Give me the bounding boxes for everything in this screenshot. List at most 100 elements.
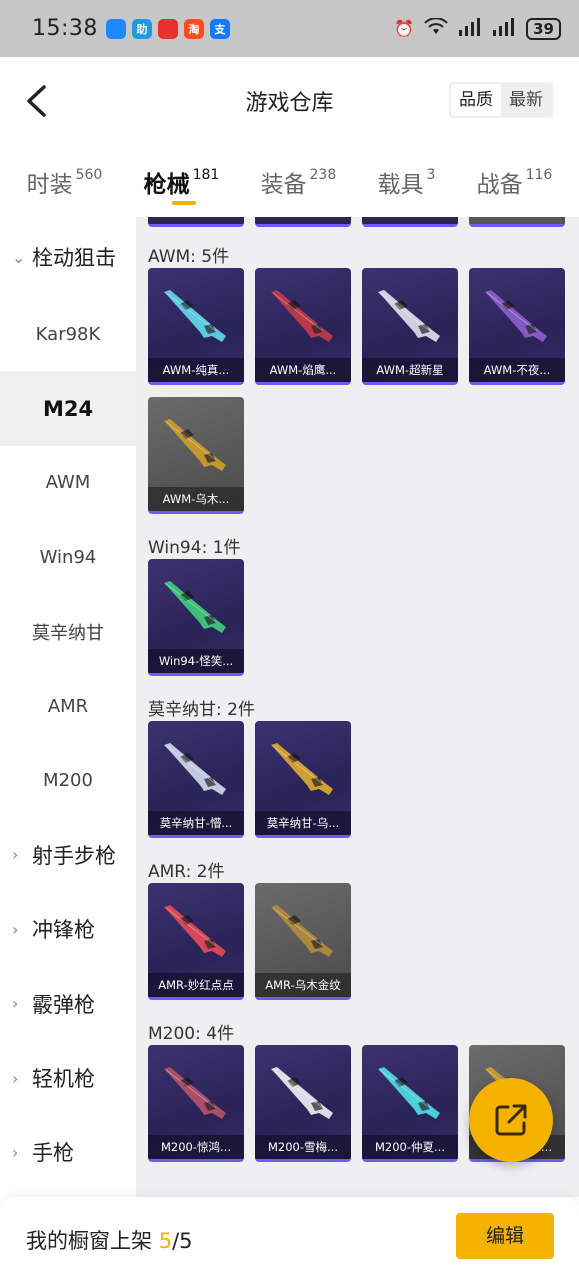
- rifle-image: [378, 290, 440, 342]
- tab-label: 枪械: [143, 172, 190, 198]
- sidebar-group[interactable]: › 射手步枪: [0, 818, 136, 892]
- sidebar-group[interactable]: › 手枪: [0, 1115, 136, 1189]
- sidebar-label: AWM: [45, 472, 91, 494]
- sidebar-label: Win94: [39, 546, 97, 568]
- rifle-image: [164, 581, 226, 633]
- sidebar-item[interactable]: Win94: [0, 520, 136, 594]
- signal-icon-2: [492, 17, 516, 40]
- wifi-icon: [424, 16, 448, 40]
- sort-quality-option[interactable]: 品质: [451, 84, 501, 116]
- showcase-label: 我的橱窗上架: [26, 1229, 152, 1253]
- tab-label: 时装: [26, 172, 73, 198]
- status-app-icons: 助 淘支: [105, 18, 230, 39]
- item-card[interactable]: M200-仲夏...: [362, 1045, 458, 1162]
- item-card[interactable]: AWM-纯真...: [148, 268, 244, 385]
- sidebar-group[interactable]: ⌄ 栓动狙击: [0, 217, 136, 297]
- sidebar-group[interactable]: › 霰弹枪: [0, 967, 136, 1041]
- rifle-image: [164, 290, 226, 342]
- chevron-right-icon: ›: [12, 845, 19, 865]
- item-card[interactable]: AWM-焰鹰...: [255, 268, 351, 385]
- sidebar-group[interactable]: › 轻机枪: [0, 1041, 136, 1115]
- battery-icon: 39: [526, 17, 561, 40]
- rifle-image: [271, 743, 333, 795]
- status-bar: 15:38 助 淘支 ⏰ 39: [0, 0, 579, 57]
- sidebar-label: 轻机枪: [32, 1067, 95, 1092]
- tab-label: 战备: [476, 172, 523, 198]
- sidebar-item[interactable]: M200: [0, 743, 136, 817]
- external-link-icon: [495, 1104, 527, 1136]
- item-card[interactable]: AMR-乌木金纹: [255, 883, 351, 1000]
- sidebar-item[interactable]: AWM: [0, 446, 136, 520]
- sidebar-item[interactable]: AMR: [0, 669, 136, 743]
- taobao-icon: 淘: [183, 18, 204, 39]
- sidebar-label: 冲锋枪: [32, 918, 95, 943]
- study-app-icon: 助: [131, 18, 152, 39]
- weapon-section: AWM: 5件 AWM-纯真... AWM-焰鹰... AWM-超新星 AWM-不夜..…: [148, 242, 565, 514]
- tab-label: 载具: [377, 172, 424, 198]
- sort-latest-option[interactable]: 最新: [501, 84, 551, 116]
- previous-row-partial: [148, 217, 565, 227]
- item-card[interactable]: M200-雪梅...: [255, 1045, 351, 1162]
- item-name: AWM-不夜...: [469, 358, 565, 382]
- tab-0[interactable]: 时装 560: [27, 145, 103, 217]
- item-card[interactable]: 莫辛纳甘-乌...: [255, 721, 351, 838]
- section-title: M200: 4件: [148, 1024, 235, 1044]
- sidebar-item[interactable]: M24: [0, 371, 136, 446]
- item-card[interactable]: M200-惊鸿...: [148, 1045, 244, 1162]
- showcase-current-count: 5: [158, 1229, 173, 1253]
- rifle-image: [485, 290, 547, 342]
- rifle-image: [378, 1067, 440, 1119]
- item-card[interactable]: AMR-妙红点点: [148, 883, 244, 1000]
- section-title: 莫辛纳甘: 2件: [148, 700, 255, 720]
- item-name: 莫辛纳甘-乌...: [255, 811, 351, 835]
- rifle-image: [271, 1067, 333, 1119]
- rifle-image: [164, 743, 226, 795]
- item-name: AMR-妙红点点: [148, 973, 244, 997]
- item-card[interactable]: Win94-怪笑...: [148, 559, 244, 676]
- tab-count: 3: [426, 167, 436, 183]
- weapon-section: Win94: 1件 Win94-怪笑...: [148, 533, 565, 676]
- item-card-partial[interactable]: [469, 217, 565, 227]
- section-title: Win94: 1件: [148, 538, 241, 558]
- alarm-icon: ⏰: [394, 19, 415, 38]
- alipay-icon: 支: [209, 18, 230, 39]
- sidebar-item[interactable]: 莫辛纳甘: [0, 595, 136, 669]
- item-card-partial[interactable]: [362, 217, 458, 227]
- item-card[interactable]: AWM-乌木...: [148, 397, 244, 514]
- tab-4[interactable]: 战备 116: [477, 145, 553, 217]
- item-name: 莫辛纳甘-懵...: [148, 811, 244, 835]
- item-name: M200-惊鸿...: [148, 1135, 244, 1159]
- inventory-content: AWM: 5件 AWM-纯真... AWM-焰鹰... AWM-超新星 AWM-不夜..…: [136, 217, 579, 1197]
- sidebar-group[interactable]: › 冲锋枪: [0, 892, 136, 966]
- item-card[interactable]: 莫辛纳甘-懵...: [148, 721, 244, 838]
- item-name: M200-雪梅...: [255, 1135, 351, 1159]
- item-card-partial[interactable]: [255, 217, 351, 227]
- section-title: AWM: 5件: [148, 247, 230, 267]
- sort-toggle: 品质 最新: [449, 82, 553, 118]
- item-card-partial[interactable]: [148, 217, 244, 227]
- category-tabs: 时装 560 枪械 181 装备 238 载具 3 战备 116: [0, 145, 579, 217]
- item-name: AWM-焰鹰...: [255, 358, 351, 382]
- rifle-image: [164, 1067, 226, 1119]
- tab-3[interactable]: 载具 3: [377, 145, 435, 217]
- rifle-image: [271, 290, 333, 342]
- sidebar-item[interactable]: Kar98K: [0, 297, 136, 371]
- active-tab-indicator: [171, 201, 196, 205]
- share-fab[interactable]: [469, 1078, 553, 1162]
- item-name: AMR-乌木金纹: [255, 973, 351, 997]
- weapon-section: 莫辛纳甘: 2件莫辛纳甘-懵... 莫辛纳甘-乌...: [148, 695, 565, 838]
- item-name: Win94-怪笑...: [148, 649, 244, 673]
- tab-count: 116: [525, 167, 553, 183]
- tab-count: 238: [309, 167, 337, 183]
- chevron-right-icon: ›: [12, 994, 19, 1014]
- edit-button[interactable]: 编辑: [456, 1213, 554, 1259]
- chevron-right-icon: ›: [12, 1142, 19, 1162]
- tab-1[interactable]: 枪械 181: [143, 145, 219, 217]
- header: 游戏仓库 品质 最新: [0, 57, 579, 145]
- status-right: ⏰ 39: [394, 16, 561, 40]
- tab-2[interactable]: 装备 238: [261, 145, 337, 217]
- item-card[interactable]: AWM-不夜...: [469, 268, 565, 385]
- item-grid: Win94-怪笑...: [148, 559, 565, 676]
- item-card[interactable]: AWM-超新星: [362, 268, 458, 385]
- red-app-icon: [157, 18, 178, 39]
